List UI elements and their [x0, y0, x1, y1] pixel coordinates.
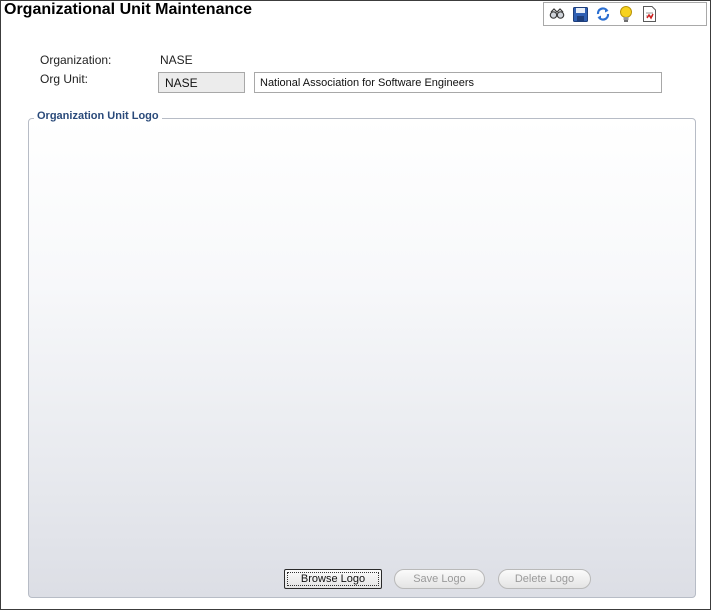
org-unit-name-field[interactable]	[254, 72, 662, 93]
tips-button[interactable]	[617, 5, 635, 23]
report-icon	[642, 6, 656, 22]
lightbulb-icon	[620, 5, 632, 22]
org-unit-label: Org Unit:	[40, 72, 89, 86]
org-unit-code-field[interactable]	[158, 72, 245, 93]
find-button[interactable]	[548, 5, 566, 23]
save-logo-button[interactable]: Save Logo	[394, 569, 485, 589]
organization-value: NASE	[160, 53, 193, 67]
find-icon	[549, 8, 565, 19]
refresh-button[interactable]	[594, 5, 612, 23]
logo-group-legend: Organization Unit Logo	[34, 110, 162, 122]
logo-group-box	[28, 118, 696, 598]
report-button[interactable]	[640, 5, 658, 23]
refresh-icon	[596, 7, 610, 21]
delete-logo-button[interactable]: Delete Logo	[498, 569, 591, 589]
save-icon	[572, 6, 588, 22]
save-toolbar-button[interactable]	[571, 5, 589, 23]
browse-logo-button[interactable]: Browse Logo	[284, 569, 382, 589]
toolbar	[543, 2, 707, 26]
organization-label: Organization:	[40, 53, 112, 67]
page-title: Organizational Unit Maintenance	[4, 1, 253, 18]
